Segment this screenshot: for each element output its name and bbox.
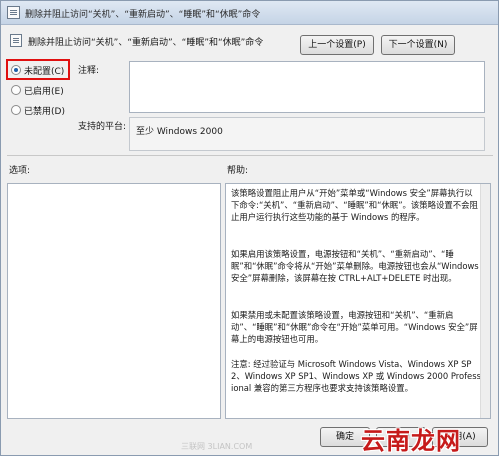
divider: [7, 155, 493, 156]
supported-platform-label: 支持的平台:: [78, 122, 127, 132]
help-label: 帮助:: [227, 166, 249, 176]
policy-setting-icon: [10, 34, 22, 47]
help-paragraph: 该策略设置阻止用户从“开始”菜单或“Windows 安全”屏幕执行以下命令:“关…: [231, 188, 478, 223]
radio-label: 已禁用(D): [24, 106, 65, 117]
radio-label: 已启用(E): [24, 86, 64, 97]
help-pane: 该策略设置阻止用户从“开始”菜单或“Windows 安全”屏幕执行以下命令:“关…: [225, 183, 491, 419]
watermark-logo: 云南龙网: [361, 427, 461, 455]
radio-button[interactable]: [11, 85, 21, 95]
policy-name: 删除并阻止访问“关机”、“重新启动”、“睡眠”和“休眠”命令: [28, 38, 264, 48]
policy-dialog: 删除并阻止访问“关机”、“重新启动”、“睡眠”和“休眠”命令 删除并阻止访问“关…: [0, 0, 499, 456]
help-paragraph: 注意: 经过验证与 Microsoft Windows Vista、Window…: [231, 359, 481, 394]
comment-label: 注释:: [78, 66, 100, 76]
title-bar: 删除并阻止访问“关机”、“重新启动”、“睡眠”和“休眠”命令: [1, 1, 498, 25]
policy-setting-icon: [7, 6, 20, 19]
supported-platform-value: 至少 Windows 2000: [136, 127, 223, 137]
comment-textarea[interactable]: [129, 61, 485, 113]
highlight-frame: [6, 59, 70, 80]
help-scrollbar[interactable]: [480, 184, 490, 418]
options-pane: [7, 183, 221, 419]
help-paragraph: 如果禁用或未配置该策略设置，电源按钮和“关机”、“重新启动”、“睡眠”和“休眠”…: [231, 310, 478, 345]
window-title: 删除并阻止访问“关机”、“重新启动”、“睡眠”和“休眠”命令: [25, 10, 261, 20]
radio-disabled[interactable]: 已禁用(D): [11, 102, 71, 118]
options-label: 选项:: [9, 166, 31, 176]
help-paragraph: 如果启用该策略设置，电源按钮和“关机”、“重新启动”、“睡眠”和“休眠”命令将从…: [231, 249, 479, 284]
watermark-text: 三联网 3LIAN.COM: [181, 442, 253, 451]
next-setting-button[interactable]: 下一个设置(N): [381, 35, 455, 55]
radio-enabled[interactable]: 已启用(E): [11, 82, 71, 98]
supported-platform-field: 至少 Windows 2000: [129, 117, 485, 151]
radio-button[interactable]: [11, 105, 21, 115]
previous-setting-button[interactable]: 上一个设置(P): [300, 35, 374, 55]
